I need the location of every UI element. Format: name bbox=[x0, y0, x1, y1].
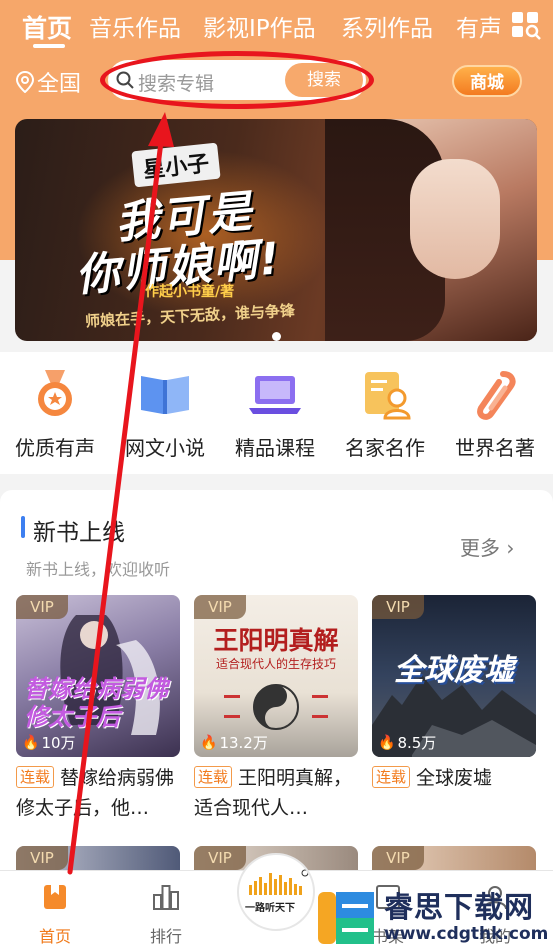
book-card[interactable]: 王阳明真解 适合现代人的生存技巧 VIP 🔥 13.2万 连载 王阳明真解，适合现代… bbox=[194, 595, 358, 823]
book-title-text: 全球废墟 bbox=[416, 767, 493, 789]
category-web-novel[interactable]: 网文小说 bbox=[110, 366, 220, 461]
tab-series[interactable]: 系列作品 bbox=[341, 9, 433, 43]
banner-author: 作起小书童/著 bbox=[145, 284, 235, 300]
play-count: 🔥 10万 bbox=[22, 732, 76, 753]
more-label: 更多 bbox=[460, 536, 500, 560]
book-card[interactable]: VIP bbox=[16, 846, 180, 872]
book-icon bbox=[137, 366, 193, 422]
home-icon bbox=[44, 885, 66, 909]
fire-icon: 🔥 bbox=[378, 734, 396, 751]
cover-title: 替嫁给病弱佛修太子后 bbox=[24, 675, 168, 731]
tabbar-home[interactable]: 首页 bbox=[15, 883, 95, 947]
tab-audio[interactable]: 有声 bbox=[456, 9, 502, 43]
category-row: 优质有声 网文小说 精品课程 名家名作 世界名著 bbox=[0, 352, 553, 474]
category-quality-audio[interactable]: 优质有声 bbox=[0, 366, 110, 461]
ranking-icon bbox=[153, 885, 179, 910]
top-tabs: 首页 音乐作品 影视IP作品 系列作品 有声 bbox=[0, 0, 553, 52]
book-card[interactable]: 替嫁给病弱佛修太子后 VIP 🔥 10万 连载 替嫁给病弱佛修太子后，他… bbox=[16, 595, 180, 823]
banner-face bbox=[410, 159, 500, 279]
section-title: 新书上线 bbox=[33, 520, 125, 546]
book-cover: 全球废墟 VIP 🔥 8.5万 bbox=[372, 595, 536, 757]
laptop-icon bbox=[247, 366, 303, 422]
mall-button[interactable]: 商城 bbox=[452, 65, 522, 97]
category-label: 精品课程 bbox=[235, 436, 315, 460]
play-count: 🔥 13.2万 bbox=[200, 732, 268, 753]
fire-icon: 🔥 bbox=[22, 734, 40, 751]
play-count-value: 13.2万 bbox=[219, 734, 268, 752]
category-label: 世界名著 bbox=[455, 436, 535, 460]
paperclip-icon bbox=[467, 366, 523, 422]
play-count-value: 10万 bbox=[41, 734, 76, 752]
author-card-icon bbox=[357, 366, 413, 422]
book-title: 连载 全球废墟 bbox=[372, 763, 536, 823]
section-subtitle: 新书上线，欢迎收听 bbox=[26, 560, 171, 579]
vip-badge: VIP bbox=[372, 595, 424, 619]
serial-badge: 连载 bbox=[16, 766, 55, 788]
medal-icon bbox=[27, 366, 83, 422]
center-play-logo[interactable]: 一路听天下 bbox=[237, 853, 315, 931]
tab-music[interactable]: 音乐作品 bbox=[89, 9, 181, 43]
vip-badge: VIP bbox=[194, 595, 246, 619]
watermark-url: www.cdgthk.com bbox=[384, 924, 549, 944]
location-label: 全国 bbox=[37, 72, 82, 97]
book-cover: 王阳明真解 适合现代人的生存技巧 VIP 🔥 13.2万 bbox=[194, 595, 358, 757]
category-label: 网文小说 bbox=[125, 436, 205, 460]
book-card[interactable]: 全球废墟 VIP 🔥 8.5万 连载 全球废墟 bbox=[372, 595, 536, 823]
category-label: 优质有声 bbox=[15, 436, 95, 460]
vip-badge: VIP bbox=[16, 846, 68, 870]
annotation-ellipse bbox=[100, 51, 374, 109]
site-watermark: 睿思下载网 www.cdgthk.com bbox=[318, 880, 553, 952]
category-world-classics[interactable]: 世界名著 bbox=[440, 366, 550, 461]
book-cover: 替嫁给病弱佛修太子后 VIP 🔥 10万 bbox=[16, 595, 180, 757]
grid-search-icon bbox=[512, 12, 541, 40]
more-link[interactable]: 更多 › bbox=[460, 532, 514, 561]
watermark-text: 睿思下载网 bbox=[384, 890, 535, 924]
pager-dot bbox=[271, 332, 281, 341]
banner-pager bbox=[15, 326, 537, 341]
fire-icon: 🔥 bbox=[200, 734, 218, 751]
category-label: 名家名作 bbox=[345, 436, 425, 460]
category-grid-button[interactable] bbox=[500, 0, 553, 52]
category-courses[interactable]: 精品课程 bbox=[220, 366, 330, 461]
tab-home[interactable]: 首页 bbox=[22, 9, 72, 45]
play-count-value: 8.5万 bbox=[397, 734, 437, 752]
play-count: 🔥 8.5万 bbox=[378, 732, 436, 753]
book-title: 连载 替嫁给病弱佛修太子后，他… bbox=[16, 763, 180, 823]
vip-badge: VIP bbox=[16, 595, 68, 619]
location-pin-icon bbox=[16, 71, 34, 93]
section-accent-bar bbox=[21, 516, 25, 538]
location-selector[interactable]: 全国 bbox=[16, 66, 81, 98]
watermark-logo-icon bbox=[318, 892, 374, 944]
book-card[interactable]: VIP bbox=[372, 846, 536, 872]
promo-banner[interactable]: 星小子 我可是 你师娘啊! 作起小书童/著 师娘在手，天下无敌，谁与争锋 bbox=[15, 119, 537, 341]
category-famous-authors[interactable]: 名家名作 bbox=[330, 366, 440, 461]
tab-film-ip[interactable]: 影视IP作品 bbox=[203, 9, 316, 43]
book-title: 连载 王阳明真解，适合现代人… bbox=[194, 763, 358, 823]
tabbar-label: 首页 bbox=[38, 927, 71, 946]
active-tab-indicator bbox=[33, 44, 65, 48]
vip-badge: VIP bbox=[372, 846, 424, 870]
tabbar-label: 排行 bbox=[149, 927, 182, 946]
tabbar-ranking[interactable]: 排行 bbox=[126, 883, 206, 947]
serial-badge: 连载 bbox=[194, 766, 233, 788]
chevron-right-icon: › bbox=[506, 536, 515, 560]
logo-text: 一路听天下 bbox=[245, 903, 295, 914]
serial-badge: 连载 bbox=[372, 766, 411, 788]
audio-wave-logo-icon bbox=[249, 869, 309, 895]
cover-title: 全球废墟 bbox=[394, 653, 514, 688]
